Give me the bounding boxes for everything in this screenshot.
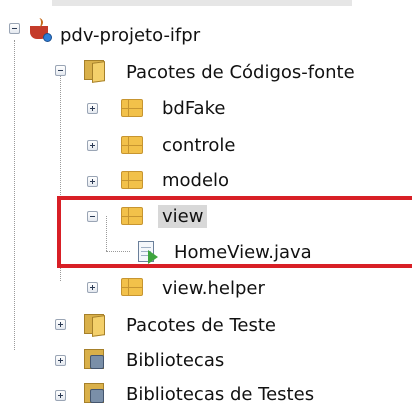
java-project-icon — [28, 18, 52, 42]
collapse-toggle[interactable] — [55, 65, 66, 76]
tree-item-package[interactable]: view.helper — [158, 269, 269, 307]
expand-toggle[interactable] — [55, 355, 66, 366]
expand-toggle[interactable] — [87, 176, 98, 187]
tree-item-label: Pacotes de Teste — [126, 314, 276, 336]
collapse-toggle[interactable] — [9, 23, 20, 34]
tree-item-label: pdv-projeto-ifpr — [60, 24, 201, 46]
expand-toggle[interactable] — [87, 282, 98, 293]
package-icon — [121, 99, 143, 117]
tree-item-label: Pacotes de Códigos-fonte — [126, 61, 355, 83]
tree-item-test-packages[interactable]: Pacotes de Teste — [122, 306, 280, 344]
expand-toggle[interactable] — [55, 319, 66, 330]
highlight-annotation — [57, 196, 412, 268]
tree-item-label: Bibliotecas — [126, 349, 225, 371]
test-packages-icon — [84, 312, 106, 337]
tree-item-package[interactable]: controle — [158, 126, 239, 164]
tree-item-label: Bibliotecas de Testes — [126, 383, 315, 405]
tree-item-package[interactable]: modelo — [158, 161, 233, 199]
project-tree: pdv-projeto-ifpr Pacotes de Códigos-font… — [0, 0, 412, 412]
package-icon — [121, 278, 143, 296]
tree-item-label: bdFake — [162, 97, 226, 119]
tree-item-label: modelo — [162, 169, 230, 191]
expand-toggle[interactable] — [87, 140, 98, 151]
source-packages-icon — [84, 58, 106, 83]
libraries-icon — [84, 347, 106, 371]
tree-item-test-libraries[interactable]: Bibliotecas de Testes — [122, 375, 318, 413]
tree-item-source-packages[interactable]: Pacotes de Códigos-fonte — [122, 53, 359, 91]
tree-item-label: controle — [162, 134, 236, 156]
tree-item-project[interactable]: pdv-projeto-ifpr — [56, 16, 204, 54]
tree-item-label: view.helper — [162, 277, 265, 299]
test-libraries-icon — [84, 381, 106, 405]
expand-toggle[interactable] — [87, 103, 98, 114]
tree-item-libraries[interactable]: Bibliotecas — [122, 341, 228, 379]
package-icon — [121, 171, 143, 189]
tree-item-package[interactable]: bdFake — [158, 89, 229, 127]
package-icon — [121, 136, 143, 154]
expand-toggle[interactable] — [55, 390, 66, 401]
tree-guide — [14, 40, 15, 350]
